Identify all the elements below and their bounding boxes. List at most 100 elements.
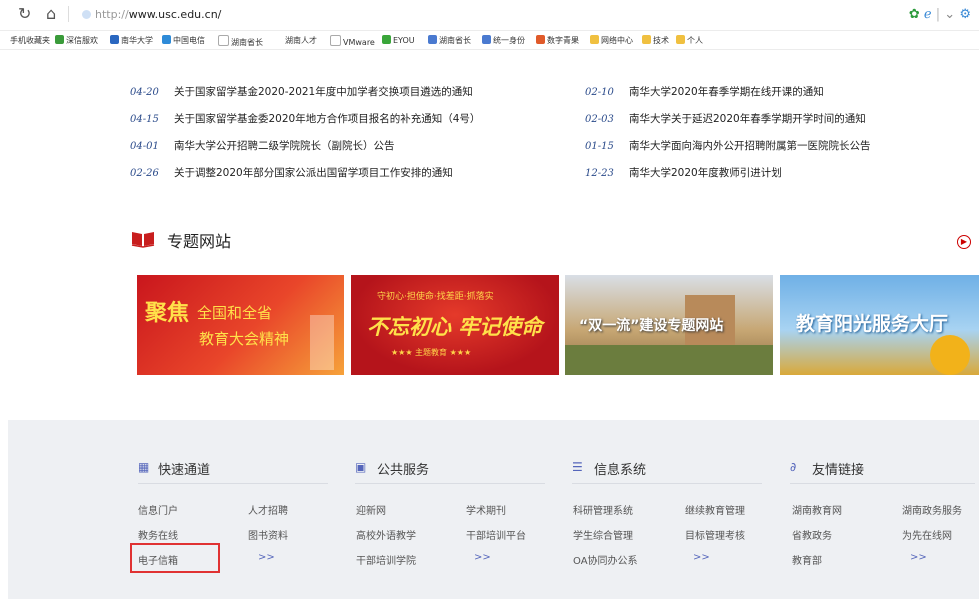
news-item[interactable]: 02-26 关于调整2020年部分国家公派出国留学项目工作安排的通知 — [130, 165, 453, 180]
news-date: 02-26 — [130, 168, 159, 179]
footer-link[interactable]: 科研管理系统 — [573, 502, 633, 517]
monitor-icon: ▣ — [355, 460, 367, 474]
topics-heading: 专题网站 — [167, 232, 232, 251]
browser-actions[interactable]: ✿ ℯ | ⌄ ⚙ — [909, 7, 971, 22]
sunflower-shape — [930, 335, 970, 375]
banner-education-service-hall[interactable]: 教育阳光服务大厅 — [780, 275, 979, 375]
book-icon — [131, 232, 155, 248]
banner-text: 不忘初心 牢记使命 — [367, 314, 543, 339]
fav-item[interactable]: 湖南省长 — [218, 35, 263, 48]
favorites-bar: 手机收藏夹 深信服欢 南华大学 中国电信 湖南省长 湖南人才 VMware EY… — [0, 31, 979, 50]
footer-more-link[interactable]: >> — [474, 552, 491, 563]
fav-icon — [536, 35, 545, 44]
footer-link[interactable]: 省教政务 — [792, 527, 832, 542]
news-title[interactable]: 南华大学2020年春季学期在线开课的通知 — [629, 86, 824, 98]
news-date: 04-01 — [130, 141, 159, 152]
chevron-down-icon[interactable]: ⌄ — [944, 7, 955, 22]
footer-link[interactable]: 高校外语教学 — [356, 527, 416, 542]
banner-text: 教育大会精神 — [199, 330, 290, 348]
footer-link[interactable]: 学术期刊 — [466, 502, 506, 517]
footer-more-link[interactable]: >> — [910, 552, 927, 563]
news-date: 04-15 — [130, 114, 159, 125]
footer-link[interactable]: 迎新网 — [356, 502, 386, 517]
footer-link[interactable]: 湖南教育网 — [792, 502, 842, 517]
footer-link[interactable]: 干部培训学院 — [356, 552, 416, 567]
footer-link[interactable]: 图书资料 — [248, 527, 288, 542]
news-date: 04-20 — [130, 87, 159, 98]
banner-double-first-class[interactable]: “双一流”建设专题网站 — [565, 275, 773, 375]
footer-section-title: 信息系统 — [594, 463, 647, 478]
news-item[interactable]: 02-10 南华大学2020年春季学期在线开课的通知 — [585, 84, 824, 99]
banner-text: 聚焦 — [145, 300, 190, 326]
more-arrow-icon[interactable]: ▶ — [957, 235, 971, 249]
folder-icon — [642, 35, 651, 44]
footer-link[interactable]: 信息门户 — [138, 502, 178, 517]
banner-text: “双一流”建设专题网站 — [579, 318, 724, 334]
banner-text: ★★★ 主题教育 ★★★ — [391, 348, 472, 357]
address-bar-row: ↻ ⌂ http://www.usc.edu.cn/ ✿ ℯ | ⌄ ⚙ — [0, 0, 979, 31]
divider — [138, 483, 328, 484]
news-title[interactable]: 关于国家留学基金委2020年地方合作项目报名的补充通知（4号） — [174, 113, 480, 125]
news-item[interactable]: 04-20 关于国家留学基金2020-2021年度中加学者交换项目遴选的通知 — [130, 84, 473, 99]
footer-link[interactable]: 湖南政务服务 — [902, 502, 962, 517]
banner-text: 全国和全省 — [197, 304, 273, 322]
settings-icon[interactable]: ⚙ — [959, 7, 971, 22]
news-item[interactable]: 12-23 南华大学2020年度教师引进计划 — [585, 165, 782, 180]
footer-link[interactable]: 继续教育管理 — [685, 502, 745, 517]
highlight-box — [130, 543, 220, 573]
extension-icon[interactable]: ✿ — [909, 7, 920, 22]
news-item[interactable]: 02-03 南华大学关于延迟2020年春季学期开学时间的通知 — [585, 111, 866, 126]
news-date: 12-23 — [585, 168, 614, 179]
footer-link[interactable]: 教务在线 — [138, 527, 178, 542]
banner-education-conference[interactable]: 聚焦 全国和全省 教育大会精神 — [137, 275, 344, 375]
footer-link[interactable]: 学生综合管理 — [573, 527, 633, 542]
home-icon[interactable]: ⌂ — [46, 4, 56, 23]
monument-shape — [310, 315, 334, 370]
fav-item[interactable]: VMware — [330, 35, 375, 47]
news-item[interactable]: 04-15 关于国家留学基金委2020年地方合作项目报名的补充通知（4号） — [130, 111, 480, 126]
fav-item[interactable]: 中国电信 — [162, 35, 205, 46]
news-title[interactable]: 南华大学2020年度教师引进计划 — [629, 167, 782, 179]
news-title[interactable]: 南华大学关于延迟2020年春季学期开学时间的通知 — [629, 113, 866, 125]
footer-link[interactable]: 目标管理考核 — [685, 527, 745, 542]
trees-shape — [565, 345, 773, 375]
banner-text: 教育阳光服务大厅 — [796, 313, 949, 335]
fav-item[interactable]: 南华大学 — [110, 35, 153, 46]
footer-section-title: 友情链接 — [812, 463, 865, 478]
fav-item[interactable]: 网络中心 — [590, 35, 633, 46]
fav-icon — [482, 35, 491, 44]
news-title[interactable]: 关于调整2020年部分国家公派出国留学项目工作安排的通知 — [174, 167, 453, 179]
banner-original-aspiration[interactable]: 守初心·担使命·找差距·抓落实 不忘初心 牢记使命 ★★★ 主题教育 ★★★ — [351, 275, 559, 375]
news-item[interactable]: 04-01 南华大学公开招聘二级学院院长（副院长）公告 — [130, 138, 395, 153]
news-title[interactable]: 南华大学公开招聘二级学院院长（副院长）公告 — [174, 140, 395, 152]
news-title[interactable]: 南华大学面向海内外公开招聘附属第一医院院长公告 — [629, 140, 871, 152]
news-item[interactable]: 01-15 南华大学面向海内外公开招聘附属第一医院院长公告 — [585, 138, 871, 153]
news-title[interactable]: 关于国家留学基金2020-2021年度中加学者交换项目遴选的通知 — [174, 86, 473, 98]
fav-item[interactable]: 统一身份 — [482, 35, 525, 46]
site-icon — [82, 10, 91, 19]
fav-item[interactable]: 深信服欢 — [55, 35, 98, 46]
footer-section-title: 快速通道 — [158, 463, 211, 478]
footer-more-link[interactable]: >> — [693, 552, 710, 563]
fav-item[interactable]: 湖南人才 — [285, 35, 317, 46]
footer-more-link[interactable]: >> — [258, 552, 275, 563]
ie-icon[interactable]: ℯ — [924, 7, 932, 22]
footer-link[interactable]: 教育部 — [792, 552, 822, 567]
browser-chrome: ↻ ⌂ http://www.usc.edu.cn/ ✿ ℯ | ⌄ ⚙ 手机收… — [0, 0, 979, 50]
fav-item[interactable]: 技术 — [642, 35, 669, 46]
refresh-icon[interactable]: ↻ — [18, 4, 31, 23]
footer-link[interactable]: OA协同办公系 — [573, 552, 638, 567]
footer-link[interactable]: 人才招聘 — [248, 502, 288, 517]
footer-link[interactable]: 干部培训平台 — [466, 527, 526, 542]
fav-icon — [330, 35, 341, 46]
fav-item[interactable]: 湖南省长 — [428, 35, 471, 46]
fav-item[interactable]: 手机收藏夹 — [10, 35, 50, 46]
fav-item[interactable]: 数字青果 — [536, 35, 579, 46]
fav-icon — [382, 35, 391, 44]
news-date: 02-03 — [585, 114, 614, 125]
footer-link[interactable]: 为先在线网 — [902, 527, 952, 542]
fav-item[interactable]: 个人 — [676, 35, 703, 46]
fav-item[interactable]: EYOU — [382, 35, 415, 45]
divider — [572, 483, 762, 484]
address-input[interactable]: http://www.usc.edu.cn/ — [95, 8, 221, 21]
